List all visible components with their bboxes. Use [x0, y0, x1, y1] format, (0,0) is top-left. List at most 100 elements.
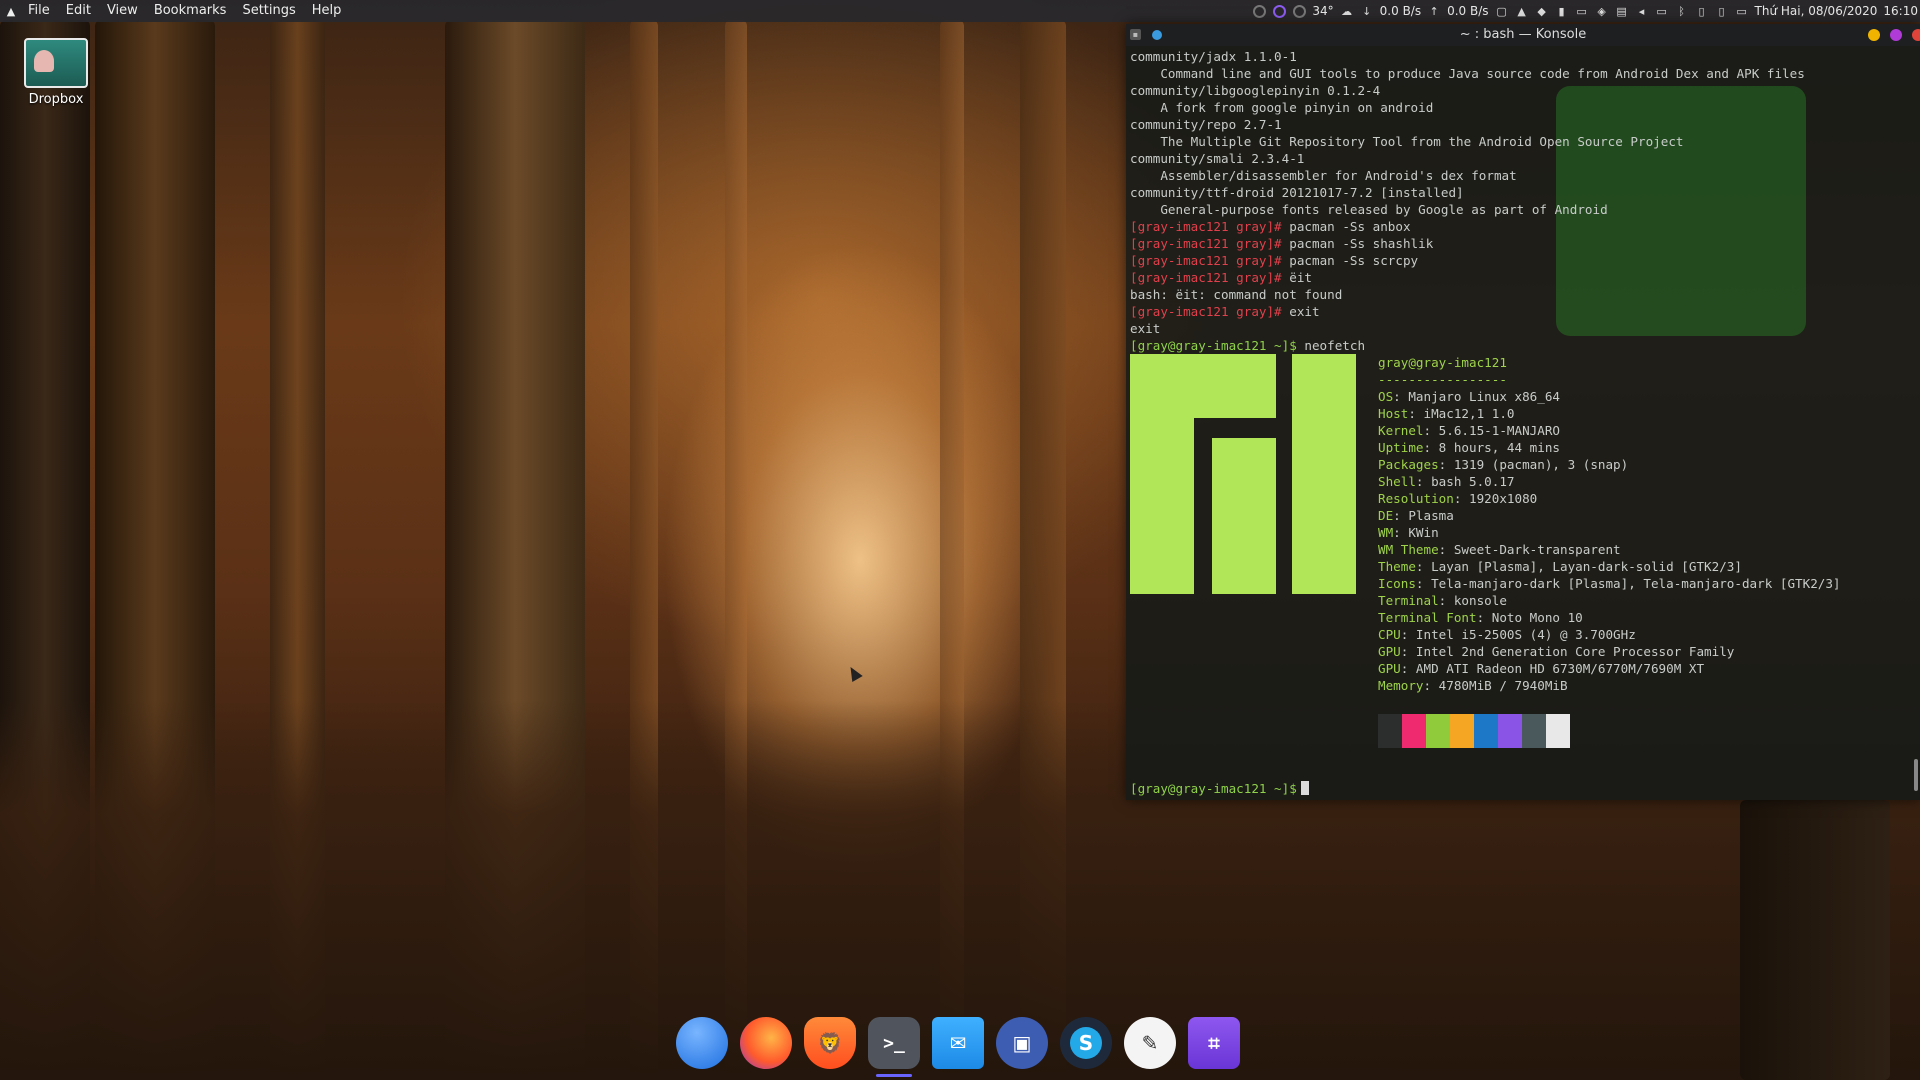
palette-swatch [1498, 714, 1522, 748]
neofetch-user: gray@gray-imac121 [1378, 355, 1507, 370]
prompt: [gray@gray-imac121 ~]$ [1130, 781, 1297, 796]
volume-icon[interactable]: ◂ [1635, 4, 1649, 18]
dropbox-folder-icon [24, 38, 88, 88]
phone-icon[interactable]: ▯ [1695, 4, 1709, 18]
keyboard-icon[interactable]: ▭ [1575, 4, 1589, 18]
menu-file[interactable]: File [20, 0, 58, 22]
window-titlebar[interactable]: ▪ ~ : bash — Konsole [1126, 24, 1920, 46]
close-button[interactable] [1912, 29, 1920, 41]
date-text[interactable]: Thứ Hai, 08/06/2020 [1755, 4, 1878, 18]
neofetch-field: Terminal: konsole [1378, 593, 1507, 608]
status-ring-icon[interactable] [1252, 4, 1266, 18]
temperature: 34° [1312, 4, 1334, 18]
krita-icon[interactable]: ✎ [1124, 1017, 1176, 1069]
terminal-glyph: >_ [883, 1032, 905, 1054]
display-icon[interactable]: ▭ [1735, 4, 1749, 18]
neofetch-field: GPU: AMD ATI Radeon HD 6730M/6770M/7690M… [1378, 661, 1705, 676]
konsole-window[interactable]: ▪ ~ : bash — Konsole community/jadx 1.1.… [1126, 24, 1920, 800]
terminal-line: bash: ëit: command not found [1130, 287, 1343, 302]
terminal-icon[interactable]: >_ [868, 1017, 920, 1077]
remote-desktop-icon[interactable]: ▣ [996, 1017, 1048, 1069]
battery-icon[interactable]: ▭ [1655, 4, 1669, 18]
menu-settings[interactable]: Settings [234, 0, 303, 22]
terminal-line: [gray-imac121 gray]# exit [1130, 304, 1320, 319]
menu-edit[interactable]: Edit [58, 0, 99, 22]
terminal-line: community/repo 2.7-1 [1130, 117, 1282, 132]
brave-icon[interactable]: 🦁 [804, 1017, 856, 1069]
skype-glyph: S [1070, 1027, 1102, 1059]
notifications-icon[interactable]: ▲ [1515, 4, 1529, 18]
minimize-button[interactable] [1868, 29, 1880, 41]
neofetch-field: DE: Plasma [1378, 508, 1454, 523]
clipboard-icon[interactable]: ▢ [1495, 4, 1509, 18]
neofetch-field: Icons: Tela-manjaro-dark [Plasma], Tela-… [1378, 576, 1841, 591]
upload-arrow-icon: ↑ [1429, 4, 1439, 18]
terminal-line: community/smali 2.3.4-1 [1130, 151, 1305, 166]
terminal-line: [gray@gray-imac121 ~]$ neofetch [1130, 338, 1366, 353]
device-icon[interactable]: ▯ [1715, 4, 1729, 18]
desktop-icon-label: Dropbox [28, 92, 84, 107]
terminal-line: community/ttf-droid 20121017-7.2 [instal… [1130, 185, 1464, 200]
skype-icon[interactable]: S [1060, 1017, 1112, 1069]
neofetch-info: gray@gray-imac121 ----------------- OS: Ma… [1378, 354, 1841, 694]
menu-bookmarks[interactable]: Bookmarks [146, 0, 235, 22]
terminal-line: community/libgooglepinyin 0.1.2-4 [1130, 83, 1381, 98]
activity-ring-icon[interactable] [1272, 4, 1286, 18]
neofetch-field: Memory: 4780MiB / 7940MiB [1378, 678, 1568, 693]
neofetch-field: Shell: bash 5.0.17 [1378, 474, 1515, 489]
time-text[interactable]: 16:10 [1883, 4, 1918, 18]
bluetooth-icon[interactable]: ᛒ [1675, 4, 1689, 18]
menu-view[interactable]: View [99, 0, 146, 22]
neofetch-field: GPU: Intel 2nd Generation Core Processor… [1378, 644, 1735, 659]
terminal-line: community/jadx 1.1.0-1 [1130, 49, 1297, 64]
maximize-button[interactable] [1890, 29, 1902, 41]
terminal-line: Command line and GUI tools to produce Ja… [1130, 66, 1805, 81]
mouse-pointer [845, 663, 863, 683]
shield-icon[interactable]: ◈ [1595, 4, 1609, 18]
system-tray: 34° ☁ ↓ 0.0 B/s ↑ 0.0 B/s ▢ ▲ ◆ ▮ ▭ ◈ ▤ … [1252, 0, 1920, 22]
terminal-line: [gray-imac121 gray]# pacman -Ss shashlik [1130, 236, 1434, 251]
input-method-icon[interactable]: ▮ [1555, 4, 1569, 18]
palette-swatch [1522, 714, 1546, 748]
terminal-line: [gray-imac121 gray]# pacman -Ss anbox [1130, 219, 1411, 234]
palette-swatch [1546, 714, 1570, 748]
disk-icon[interactable]: ▤ [1615, 4, 1629, 18]
neofetch-field: WM: KWin [1378, 525, 1439, 540]
mail-icon[interactable]: ✉ [932, 1017, 984, 1069]
menu-help[interactable]: Help [304, 0, 350, 22]
neofetch-field: Terminal Font: Noto Mono 10 [1378, 610, 1583, 625]
palette-swatch [1450, 714, 1474, 748]
manjaro-logo [1130, 354, 1356, 594]
files-icon[interactable] [676, 1017, 728, 1069]
status-ring-icon[interactable] [1292, 4, 1306, 18]
palette-swatch [1426, 714, 1450, 748]
dropbox-icon[interactable]: ◆ [1535, 4, 1549, 18]
neofetch-separator: ----------------- [1378, 372, 1507, 387]
net-up-speed: 0.0 B/s [1447, 4, 1489, 18]
terminal-line: exit [1130, 321, 1161, 336]
crop-icon[interactable]: ⌗ [1188, 1017, 1240, 1069]
weather-icon[interactable]: ☁ [1340, 4, 1354, 18]
neofetch-field: Kernel: 5.6.15-1-MANJARO [1378, 423, 1560, 438]
prompt-line[interactable]: [gray@gray-imac121 ~]$ [1130, 781, 1309, 796]
neofetch-field: Uptime: 8 hours, 44 mins [1378, 440, 1560, 455]
neofetch-field: Host: iMac12,1 1.0 [1378, 406, 1515, 421]
desktop-icon-dropbox[interactable]: Dropbox [16, 38, 96, 107]
terminal-line: A fork from google pinyin on android [1130, 100, 1434, 115]
net-down-speed: 0.0 B/s [1379, 4, 1422, 18]
text-cursor [1300, 781, 1309, 795]
firefox-icon[interactable] [740, 1017, 792, 1069]
neofetch-field: Theme: Layan [Plasma], Layan-dark-solid … [1378, 559, 1742, 574]
neofetch-field: CPU: Intel i5-2500S (4) @ 3.700GHz [1378, 627, 1636, 642]
app-menu-icon[interactable]: ▲ [2, 0, 20, 22]
palette-swatch [1474, 714, 1498, 748]
terminal-line: The Multiple Git Repository Tool from th… [1130, 134, 1684, 149]
terminal-line: [gray-imac121 gray]# pacman -Ss scrcpy [1130, 253, 1419, 268]
dock: 🦁 >_ ✉ ▣ S ✎ ⌗ [676, 1012, 1240, 1077]
window-title: ~ : bash — Konsole [1459, 27, 1587, 42]
terminal-line: General-purpose fonts released by Google… [1130, 202, 1608, 217]
scrollbar[interactable] [1914, 759, 1918, 791]
neofetch-field: Resolution: 1920x1080 [1378, 491, 1538, 506]
active-indicator [876, 1074, 912, 1077]
neofetch-field: OS: Manjaro Linux x86_64 [1378, 389, 1560, 404]
